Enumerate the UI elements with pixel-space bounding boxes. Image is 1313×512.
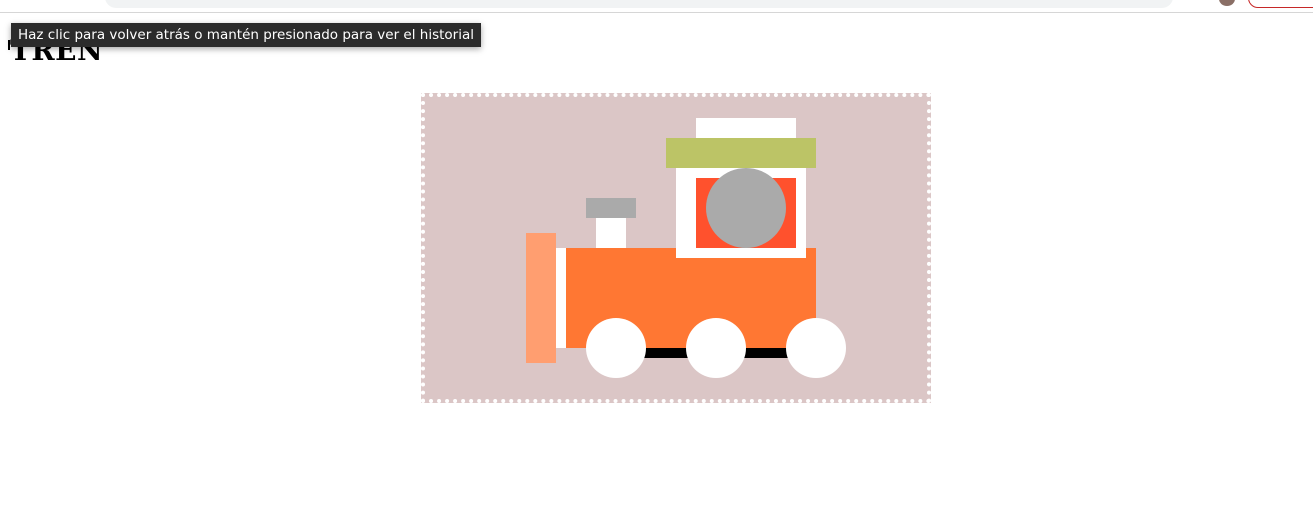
chimney — [596, 218, 626, 248]
wheel-front — [586, 318, 646, 378]
driver-head — [706, 168, 786, 248]
profile-avatar[interactable] — [1219, 0, 1235, 6]
train-canvas — [421, 93, 931, 403]
update-button[interactable] — [1248, 0, 1313, 8]
front-plate — [556, 248, 566, 348]
wheel-middle — [686, 318, 746, 378]
chimney-cap — [586, 198, 636, 218]
cab-roof — [666, 138, 816, 168]
address-bar[interactable] — [105, 0, 1173, 8]
browser-toolbar — [0, 0, 1313, 13]
back-button-tooltip: Haz clic para volver atrás o mantén pres… — [11, 23, 482, 47]
wheel-rear — [786, 318, 846, 378]
cab-top — [696, 118, 796, 138]
front-buffer — [526, 233, 556, 363]
